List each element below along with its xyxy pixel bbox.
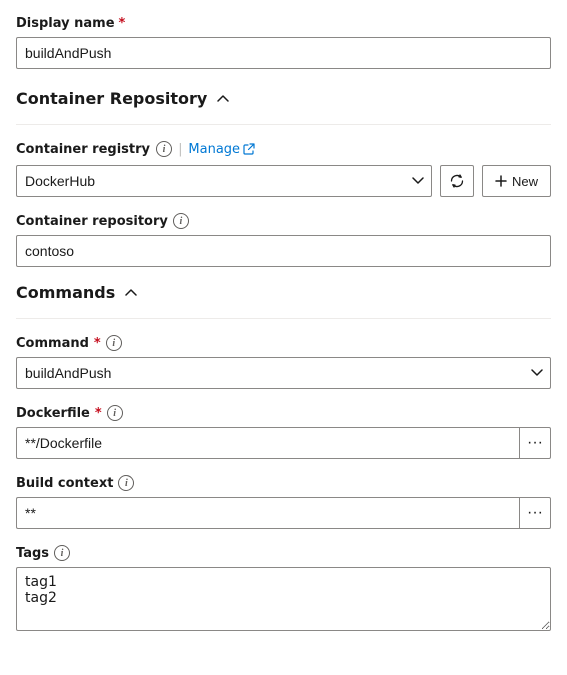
refresh-button[interactable]: [440, 165, 474, 197]
container-repository-header: Container Repository: [16, 89, 551, 108]
display-name-label: Display name *: [16, 16, 551, 31]
dockerfile-ellipsis-button[interactable]: ···: [519, 427, 551, 459]
command-label-row: Command * i: [16, 335, 551, 351]
container-registry-select-wrapper: DockerHub Azure Container Registry Other: [16, 165, 432, 197]
container-registry-info-icon[interactable]: i: [156, 141, 172, 157]
build-context-label-row: Build context i: [16, 475, 551, 491]
commands-section: Commands Command * i buildAndPush build …: [16, 283, 551, 635]
new-button-label: New: [512, 174, 538, 189]
external-link-icon: [243, 143, 255, 155]
required-indicator: *: [119, 16, 126, 31]
commands-header: Commands: [16, 283, 551, 302]
container-registry-label-row: Container registry i | Manage: [16, 141, 551, 157]
build-context-info-icon[interactable]: i: [118, 475, 134, 491]
dockerfile-input[interactable]: [16, 427, 519, 459]
tags-label: Tags: [16, 546, 49, 561]
tags-label-row: Tags i: [16, 545, 551, 561]
tags-info-icon[interactable]: i: [54, 545, 70, 561]
dockerfile-input-row: ···: [16, 427, 551, 459]
tags-textarea[interactable]: tag1 tag2: [16, 567, 551, 631]
container-repository-collapse-icon[interactable]: [215, 91, 231, 107]
dockerfile-label: Dockerfile: [16, 406, 90, 421]
dockerfile-label-row: Dockerfile * i: [16, 405, 551, 421]
command-select-wrapper: buildAndPush build push login logout: [16, 357, 551, 389]
container-repository-info-icon[interactable]: i: [173, 213, 189, 229]
container-repository-label: Container repository: [16, 214, 168, 229]
command-label: Command: [16, 336, 89, 351]
container-registry-select-row: DockerHub Azure Container Registry Other: [16, 165, 551, 197]
container-repository-section: Container Repository Container registry …: [16, 89, 551, 267]
container-registry-group: Container registry i | Manage DockerHub …: [16, 141, 551, 197]
container-registry-label: Container registry: [16, 142, 150, 157]
build-context-field-group: Build context i ···: [16, 475, 551, 529]
commands-title: Commands: [16, 283, 115, 302]
dockerfile-required-indicator: *: [95, 406, 102, 421]
tags-field-group: Tags i tag1 tag2: [16, 545, 551, 635]
manage-link[interactable]: Manage: [188, 142, 255, 157]
build-context-ellipsis-button[interactable]: ···: [519, 497, 551, 529]
display-name-section: Display name *: [16, 16, 551, 69]
container-repository-divider: [16, 124, 551, 125]
build-context-input[interactable]: [16, 497, 519, 529]
commands-divider: [16, 318, 551, 319]
command-required-indicator: *: [94, 336, 101, 351]
container-repository-field-group: Container repository i: [16, 213, 551, 267]
container-repository-input[interactable]: [16, 235, 551, 267]
container-registry-select[interactable]: DockerHub Azure Container Registry Other: [16, 165, 432, 197]
command-select[interactable]: buildAndPush build push login logout: [16, 357, 551, 389]
container-repository-label-row: Container repository i: [16, 213, 551, 229]
command-field-group: Command * i buildAndPush build push logi…: [16, 335, 551, 389]
new-button[interactable]: New: [482, 165, 551, 197]
pipe-divider: |: [178, 142, 182, 157]
build-context-label: Build context: [16, 476, 113, 491]
container-repository-title: Container Repository: [16, 89, 207, 108]
build-context-input-row: ···: [16, 497, 551, 529]
dockerfile-field-group: Dockerfile * i ···: [16, 405, 551, 459]
command-info-icon[interactable]: i: [106, 335, 122, 351]
commands-collapse-icon[interactable]: [123, 285, 139, 301]
dockerfile-info-icon[interactable]: i: [107, 405, 123, 421]
display-name-input[interactable]: [16, 37, 551, 69]
